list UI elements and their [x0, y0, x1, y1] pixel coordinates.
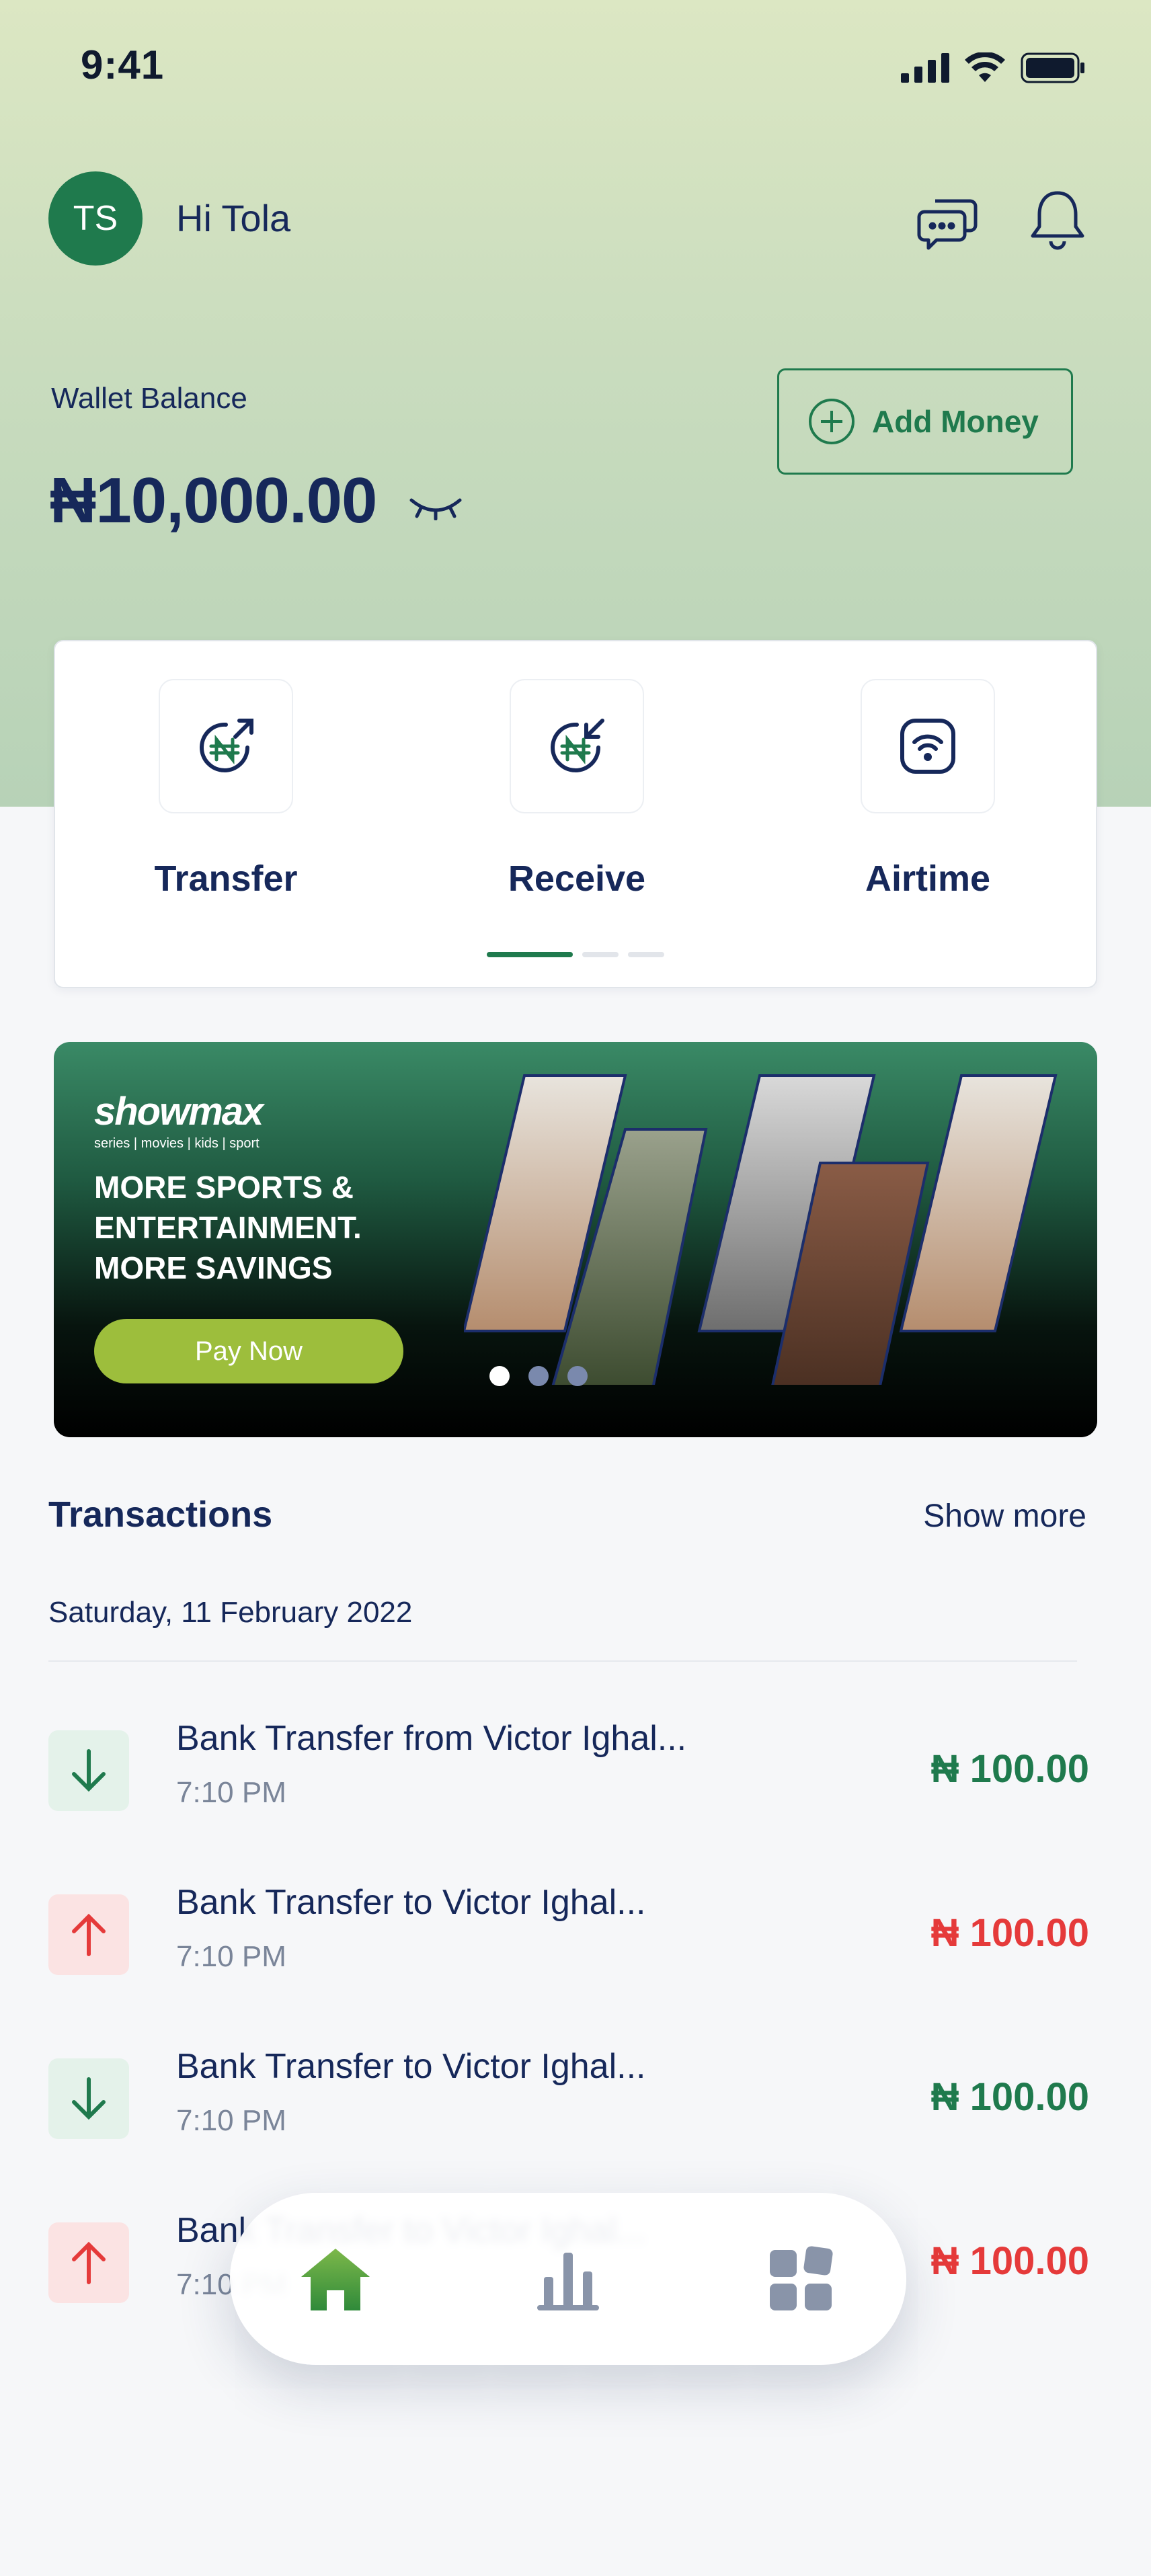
action-airtime[interactable]: Airtime [840, 679, 1015, 899]
transaction-amount: ₦ 100.00 [930, 1747, 1089, 1791]
banner-artwork [464, 1074, 1058, 1385]
transaction-name: Bank Transfer to Victor Ighal... [176, 1883, 646, 1922]
transaction-time: 7:10 PM [176, 1776, 286, 1809]
arrow-up-icon [72, 2241, 106, 2284]
promo-banner[interactable]: showmax series | movies | kids | sport M… [54, 1042, 1097, 1437]
status-time: 9:41 [81, 42, 165, 87]
transfer-tile [159, 679, 293, 813]
plus-circle-icon [809, 399, 855, 444]
nav-more[interactable] [757, 2236, 844, 2323]
transaction-amount: ₦ 100.00 [930, 2239, 1089, 2283]
status-icons [901, 52, 1085, 83]
transaction-amount: ₦ 100.00 [930, 1911, 1089, 1955]
incoming-badge [48, 1730, 129, 1811]
home-icon [301, 2249, 370, 2310]
action-transfer[interactable]: Transfer [138, 679, 313, 899]
transaction-name: Bank Transfer to Victor Ighal... [176, 2047, 646, 2086]
banner-dot[interactable] [567, 1366, 588, 1386]
banner-headline: MORE SPORTS & ENTERTAINMENT. MORE SAVING… [94, 1170, 362, 1285]
phone-signal-icon [900, 719, 955, 774]
airtime-tile [861, 679, 995, 813]
chat-bubbles-icon[interactable] [912, 183, 986, 257]
incoming-badge [48, 2058, 129, 2139]
action-label: Receive [508, 858, 646, 899]
quick-actions-card: Transfer Receive Airtime [54, 640, 1097, 988]
battery-icon [1021, 52, 1084, 83]
divider [48, 1660, 1077, 1662]
pager-dot [628, 952, 664, 957]
transaction-row[interactable]: Bank Transfer from Victor Ighal... 7:10 … [48, 1718, 1097, 1853]
bar-chart-icon [537, 2253, 599, 2310]
brand-tagline: series | movies | kids | sport [94, 1136, 260, 1151]
action-label: Transfer [154, 858, 298, 899]
brand-logo: showmax [94, 1090, 264, 1133]
naira-receive-icon [551, 719, 604, 772]
greeting: Hi Tola [176, 197, 291, 239]
arrow-up-icon [72, 1913, 106, 1956]
wallet-balance-amount: ₦10,000.00 [50, 465, 377, 536]
grid-icon [770, 2246, 833, 2310]
outgoing-badge [48, 1894, 129, 1975]
signal-icon [901, 53, 949, 83]
transaction-amount: ₦ 100.00 [930, 2075, 1089, 2119]
naira-send-icon [200, 719, 253, 772]
eye-closed-icon[interactable] [407, 493, 464, 524]
transaction-time: 7:10 PM [176, 2104, 286, 2137]
arrow-down-icon [72, 1749, 106, 1792]
transaction-name: Bank Transfer from Victor Ighal... [176, 1719, 687, 1758]
add-money-label: Add Money [872, 404, 1039, 439]
banner-pager [489, 1366, 588, 1386]
avatar[interactable]: TS [48, 171, 143, 266]
wallet-balance-label: Wallet Balance [51, 382, 247, 415]
transactions-date: Saturday, 11 February 2022 [48, 1596, 413, 1629]
action-receive[interactable]: Receive [489, 679, 664, 899]
pager-dot [582, 952, 619, 957]
outgoing-badge [48, 2222, 129, 2303]
actions-pager [487, 952, 664, 957]
pager-dot-active [487, 952, 573, 957]
nav-stats[interactable] [524, 2236, 612, 2323]
nav-home[interactable] [292, 2236, 379, 2323]
transaction-time: 7:10 PM [176, 1940, 286, 1973]
pay-now-button[interactable]: Pay Now [94, 1319, 403, 1383]
add-money-button[interactable]: Add Money [777, 368, 1073, 475]
bottom-nav [230, 2193, 906, 2365]
transaction-row[interactable]: Bank Transfer to Victor Ighal... 7:10 PM… [48, 2046, 1097, 2181]
wifi-icon [965, 52, 1005, 82]
transaction-row[interactable]: Bank Transfer to Victor Ighal... 7:10 PM… [48, 1882, 1097, 2017]
arrow-down-icon [72, 2077, 106, 2120]
receive-tile [510, 679, 644, 813]
show-more-link[interactable]: Show more [923, 1498, 1086, 1535]
banner-dot-active[interactable] [489, 1366, 510, 1386]
transactions-title: Transactions [48, 1494, 273, 1535]
banner-dot[interactable] [528, 1366, 549, 1386]
action-label: Airtime [865, 858, 991, 899]
bell-icon[interactable] [1021, 183, 1095, 257]
